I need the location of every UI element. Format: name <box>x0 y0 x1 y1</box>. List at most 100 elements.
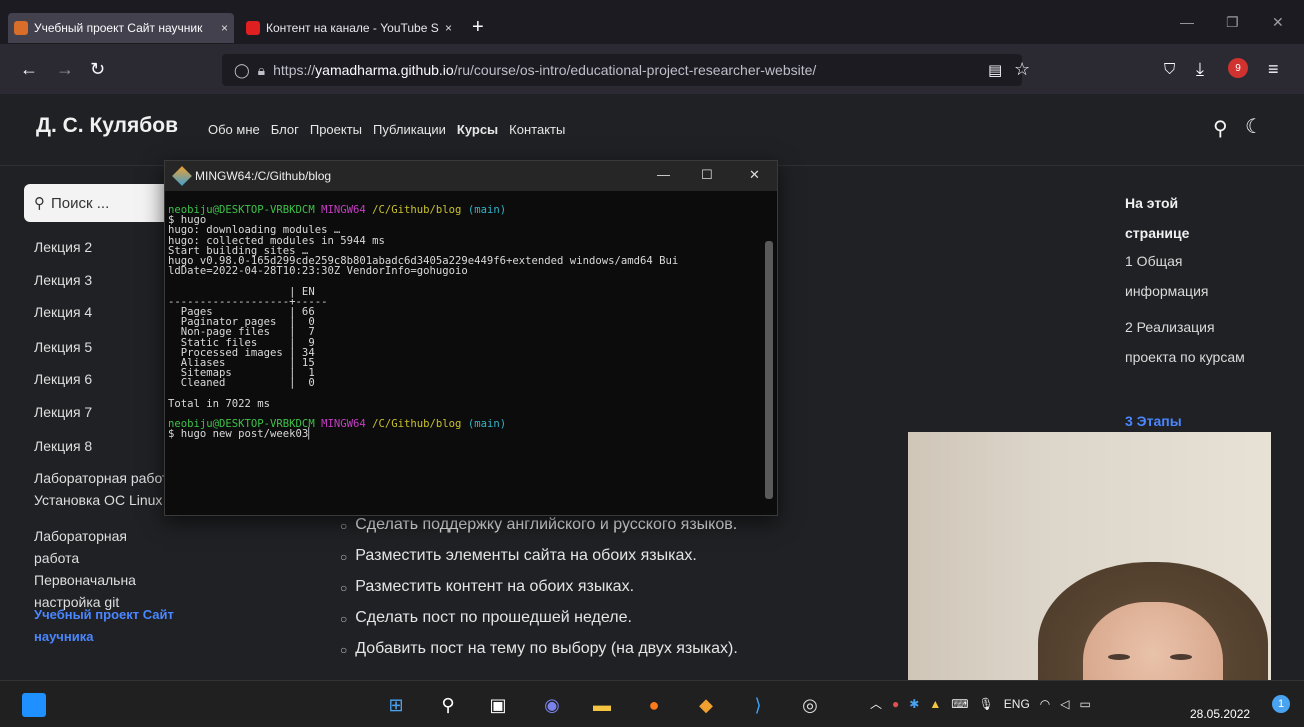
terminal-window[interactable]: MINGW64:/C/Github/blog — ☐ ✕ neobiju@DES… <box>164 160 778 516</box>
task-view-icon[interactable]: ▣ <box>486 693 510 717</box>
back-icon[interactable]: ← <box>20 59 38 80</box>
close-tab-icon[interactable]: × <box>221 21 228 35</box>
git-bash-icon <box>172 166 192 186</box>
terminal-prompt: neobiju@DESKTOP-VRBKDCM MINGW64 /C/Githu… <box>168 204 507 216</box>
nav-contacts[interactable]: Контакты <box>509 122 565 137</box>
bookmark-star-icon[interactable]: ☆ <box>1014 59 1030 80</box>
new-tab-button[interactable]: + <box>472 16 484 39</box>
reader-view-icon[interactable]: ▤ <box>988 61 1002 79</box>
sidebar-item-lab-linux[interactable]: Лабораторная работ Установка ОС Linux <box>34 467 174 511</box>
nav-projects[interactable]: Проекты <box>310 122 362 137</box>
sidebar-item-lecture-7[interactable]: Лекция 7 <box>34 401 92 423</box>
site-title[interactable]: Д. С. Кулябов <box>36 114 178 138</box>
search-icon: ⚲ <box>34 195 45 212</box>
sidebar-item-educational-project[interactable]: Учебный проект Сайт научника <box>34 604 194 648</box>
chevron-up-icon[interactable]: ︿ <box>870 695 882 712</box>
site-nav: Обо мне Блог Проекты Публикации Курсы Ко… <box>208 122 565 137</box>
dark-mode-icon[interactable]: ☾ <box>1245 114 1263 139</box>
close-window-icon[interactable]: ✕ <box>1272 14 1284 31</box>
menu-icon[interactable]: ≡ <box>1268 59 1279 80</box>
pocket-icon[interactable]: ⛉ <box>1164 61 1175 78</box>
list-item: ○ Разместить контент на обоих языках. <box>340 578 738 609</box>
tray-app-icon[interactable]: ▲ <box>929 697 941 711</box>
search-placeholder: Поиск ... <box>51 194 110 212</box>
vscode-icon[interactable]: ⟩ <box>746 693 770 717</box>
nav-blog[interactable]: Блог <box>271 122 299 137</box>
list-item-text: Добавить пост на тему по выбору (на двух… <box>355 640 738 657</box>
bullet-icon: ○ <box>340 519 348 533</box>
microphone-icon[interactable]: 🎙︎ <box>979 697 994 711</box>
downloads-icon[interactable]: ⤓ <box>1196 59 1204 80</box>
sidebar-item-lecture-2[interactable]: Лекция 2 <box>34 236 92 258</box>
url-host: yamadharma.github.io <box>315 62 454 78</box>
search-icon[interactable]: ⚲ <box>1213 116 1228 141</box>
adblock-icon[interactable]: 9 <box>1228 58 1248 78</box>
browser-tab-bar: Учебный проект Сайт научник × Контент на… <box>0 0 1304 44</box>
terminal-scrollbar[interactable] <box>765 241 773 499</box>
start-icon[interactable]: ⊞ <box>384 693 408 717</box>
url-text: https://yamadharma.github.io/ru/course/o… <box>273 62 816 78</box>
minimize-icon[interactable]: — <box>1180 14 1194 30</box>
webcam-eye <box>1108 654 1130 660</box>
toc-item-implementation[interactable]: 2 Реализация проекта по курсам <box>1125 312 1265 372</box>
clock-date[interactable]: 28.05.2022 <box>1190 707 1250 721</box>
sidebar-item-lecture-5[interactable]: Лекция 5 <box>34 336 92 358</box>
terminal-command-line[interactable]: $ hugo new post/week03▏ <box>168 429 762 440</box>
terminal-maximize-icon[interactable]: ☐ <box>701 167 713 183</box>
close-tab-icon[interactable]: × <box>445 21 452 35</box>
site-favicon-icon <box>14 21 28 35</box>
language-indicator[interactable]: ENG <box>1004 697 1030 711</box>
webcam-eye <box>1170 654 1192 660</box>
firefox-icon[interactable]: ● <box>642 693 666 717</box>
tab-youtube[interactable]: Контент на канале - YouTube S × <box>240 13 458 43</box>
notification-badge[interactable]: 1 <box>1272 695 1290 713</box>
chat-icon[interactable]: ◉ <box>540 693 564 717</box>
sidebar-item-lecture-4[interactable]: Лекция 4 <box>34 301 92 323</box>
bullet-icon: ○ <box>340 581 348 595</box>
shield-icon[interactable]: ◯ <box>234 62 250 79</box>
bullet-icon: ○ <box>340 550 348 564</box>
list-item: ○ Разместить элементы сайта на обоих язык… <box>340 547 738 578</box>
terminal-titlebar[interactable]: MINGW64:/C/Github/blog <box>165 161 777 191</box>
tab-educational-project[interactable]: Учебный проект Сайт научник × <box>8 13 234 43</box>
wifi-icon[interactable]: ◠ <box>1040 697 1050 711</box>
terminal-minimize-icon[interactable]: — <box>657 167 670 182</box>
url-bar[interactable]: ◯ 🔒︎ https://yamadharma.github.io/ru/cou… <box>222 54 1022 86</box>
nav-about[interactable]: Обо мне <box>208 122 260 137</box>
toc-item-general-info[interactable]: 1 Общая информация <box>1125 246 1265 306</box>
sidebar-item-lab-git[interactable]: Лабораторная работа Первоначальна настро… <box>34 525 174 613</box>
terminal-line: Total in 7022 ms <box>168 397 271 410</box>
sidebar-item-lecture-6[interactable]: Лекция 6 <box>34 368 92 390</box>
restore-icon[interactable]: ❐ <box>1226 14 1239 31</box>
url-prefix: https:// <box>273 62 316 78</box>
search-input[interactable]: ⚲ Поиск ... <box>24 184 174 222</box>
terminal-line: ldDate=2022-04-28T10:23:30Z VendorInfo=g… <box>168 265 468 278</box>
search-icon[interactable]: ⚲ <box>436 693 460 717</box>
terminal-output[interactable]: neobiju@DESKTOP-VRBKDCM MINGW64 /C/Githu… <box>168 205 762 440</box>
sidebar-item-lecture-3[interactable]: Лекция 3 <box>34 269 92 291</box>
git-bash-icon[interactable]: ◆ <box>694 693 718 717</box>
forward-icon[interactable]: → <box>56 59 74 80</box>
webcam-overlay <box>908 432 1271 707</box>
battery-icon[interactable]: ▭ <box>1080 697 1091 711</box>
nav-courses[interactable]: Курсы <box>457 122 498 137</box>
lock-icon[interactable]: 🔒︎ <box>258 62 265 79</box>
reload-icon[interactable]: ↻ <box>90 59 105 80</box>
list-item-text: Разместить элементы сайта на обоих языка… <box>355 547 697 564</box>
obs-icon[interactable]: ◎ <box>798 693 822 717</box>
terminal-line: Cleaned | 0 <box>168 377 315 390</box>
file-explorer-icon[interactable]: ▬ <box>590 693 614 717</box>
widgets-icon[interactable] <box>22 693 46 717</box>
sidebar-item-lecture-8[interactable]: Лекция 8 <box>34 435 92 457</box>
system-tray: ︿ ● ✱ ▲ ⌨ 🎙︎ ENG ◠ ◁ ▭ <box>870 695 1091 712</box>
list-item: ○ Сделать пост по прошедшей неделе. <box>340 609 738 640</box>
volume-icon[interactable]: ◁ <box>1060 697 1069 711</box>
tray-app-icon[interactable]: ● <box>892 697 899 711</box>
tab-label: Учебный проект Сайт научник <box>34 21 203 35</box>
bluetooth-icon[interactable]: ✱ <box>909 697 919 711</box>
terminal-close-icon[interactable]: ✕ <box>749 167 760 183</box>
toc-title: На этой странице <box>1125 195 1190 241</box>
nav-publications[interactable]: Публикации <box>373 122 446 137</box>
keyboard-icon[interactable]: ⌨ <box>951 697 968 711</box>
tab-label: Контент на канале - YouTube S <box>266 21 439 35</box>
